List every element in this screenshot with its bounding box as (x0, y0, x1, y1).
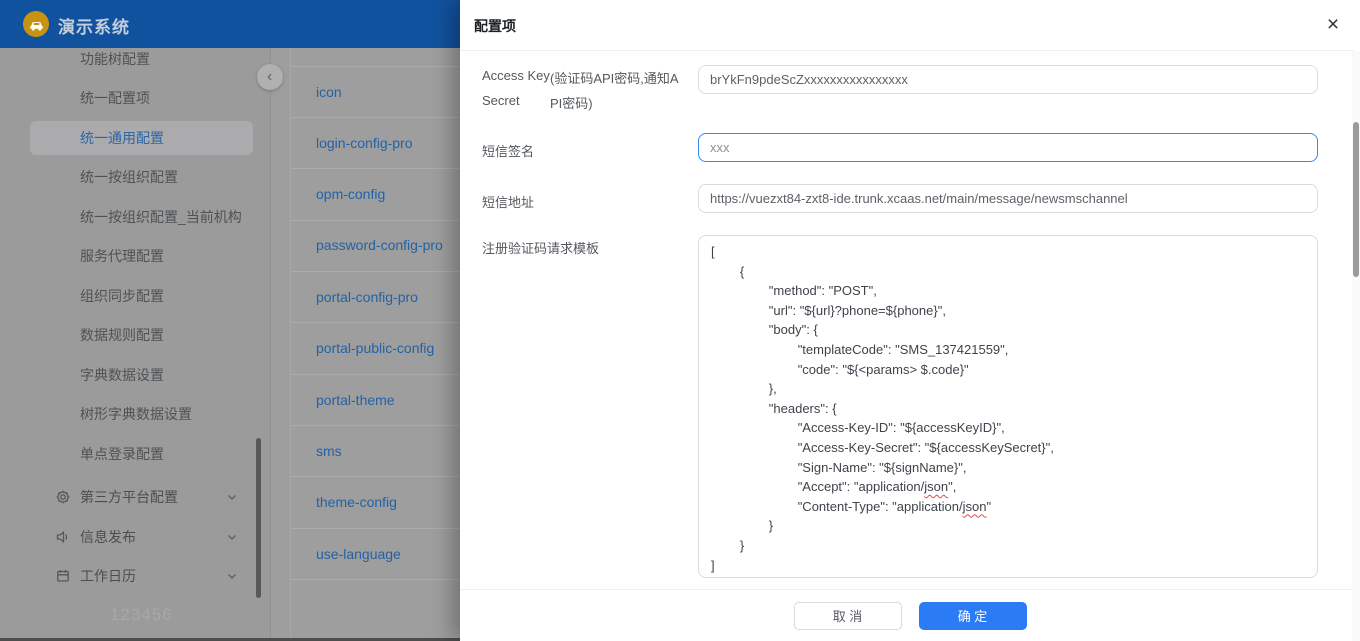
row-divider (291, 425, 460, 426)
config-item-icon[interactable]: icon (316, 82, 342, 102)
chevron-down-icon[interactable] (226, 570, 238, 582)
sidebar-item-info-publish[interactable]: 信息发布 (80, 527, 136, 547)
access-key-secret-label-line1: Access Key (482, 68, 550, 83)
sidebar-item-dict-data[interactable]: 字典数据设置 (80, 365, 164, 385)
app-title: 演示系统 (58, 18, 130, 37)
screen: 演示系统 功能树配置 统一配置项 统一通用配置 统一按组织配置 统一按组织配置_… (0, 0, 1360, 641)
watermark: 123456 (110, 605, 173, 624)
sms-sign-input[interactable] (698, 133, 1318, 162)
chevron-left-icon (267, 73, 272, 81)
sidebar-item-service-proxy[interactable]: 服务代理配置 (80, 246, 164, 266)
sms-url-input[interactable] (698, 184, 1318, 213)
sidebar-item-tree-dict-data[interactable]: 树形字典数据设置 (80, 404, 192, 424)
sidebar-item-unified-config[interactable]: 统一配置项 (80, 88, 150, 108)
car-icon (29, 21, 43, 31)
config-item-use-language[interactable]: use-language (316, 544, 401, 564)
config-item-sms[interactable]: sms (316, 441, 342, 461)
config-item-portal-public-config[interactable]: portal-public-config (316, 338, 434, 358)
sidebar-item-third-party-platform[interactable]: 第三方平台配置 (80, 487, 178, 507)
sidebar-scrollbar-thumb[interactable] (256, 438, 261, 598)
config-item-theme-config[interactable]: theme-config (316, 492, 397, 512)
row-divider (291, 271, 460, 272)
sidebar-item-function-tree[interactable]: 功能树配置 (80, 49, 150, 69)
config-item-portal-theme[interactable]: portal-theme (316, 390, 395, 410)
confirm-button[interactable]: 确 定 (918, 601, 1027, 630)
app-logo-icon (23, 11, 49, 37)
sidebar-collapse-button[interactable] (257, 64, 283, 90)
register-template-textarea[interactable]: [ { "method": "POST", "url": "${url}?pho… (698, 235, 1318, 578)
sidebar-item-sso-config[interactable]: 单点登录配置 (80, 444, 164, 464)
row-divider (291, 374, 460, 375)
row-divider (291, 476, 460, 477)
drawer-title: 配置项 (474, 18, 516, 34)
row-divider (291, 579, 460, 580)
sidebar-item-work-calendar[interactable]: 工作日历 (80, 566, 136, 586)
close-icon[interactable]: × (1320, 11, 1346, 37)
speaker-icon (56, 530, 68, 544)
sidebar-item-unified-common-config[interactable]: 统一通用配置 (80, 128, 164, 148)
drawer-scrollbar-thumb[interactable] (1353, 122, 1359, 277)
sms-sign-label: 短信签名 (482, 144, 535, 159)
sidebar-item-org-sync[interactable]: 组织同步配置 (80, 286, 164, 306)
cancel-button[interactable]: 取 消 (793, 601, 902, 630)
sidebar-item-data-rule[interactable]: 数据规则配置 (80, 325, 164, 345)
sms-url-label: 短信地址 (482, 195, 535, 210)
access-key-secret-hint-line1: (验证码API密码,通知A (550, 71, 679, 86)
register-template-label: 注册验证码请求模板 (482, 241, 600, 256)
sidebar-item-org-config-current[interactable]: 统一按组织配置_当前机构 (80, 207, 242, 227)
access-key-secret-label-line2: Secret (482, 93, 520, 108)
chevron-down-icon[interactable] (226, 531, 238, 543)
sidebar-item-org-config[interactable]: 统一按组织配置 (80, 167, 178, 187)
config-item-opm-config[interactable]: opm-config (316, 184, 385, 204)
sidebar-divider (270, 48, 271, 641)
row-divider (291, 117, 460, 118)
calendar-icon (57, 570, 69, 582)
row-divider (291, 66, 460, 67)
row-divider (291, 322, 460, 323)
access-key-secret-hint-line2: PI密码) (550, 96, 593, 111)
drawer-footer: 取 消 确 定 (460, 589, 1360, 641)
config-item-password-config-pro[interactable]: password-config-pro (316, 235, 443, 255)
config-item-portal-config-pro[interactable]: portal-config-pro (316, 287, 418, 307)
config-item-login-config-pro[interactable]: login-config-pro (316, 133, 413, 153)
gear-icon (56, 490, 70, 504)
chevron-down-icon[interactable] (226, 491, 238, 503)
access-key-secret-input[interactable] (698, 65, 1318, 94)
row-divider (291, 168, 460, 169)
config-list-left-border (290, 48, 291, 641)
row-divider (291, 220, 460, 221)
top-header-bar: 演示系统 (0, 0, 460, 48)
drawer-header-divider (460, 50, 1354, 51)
row-divider (291, 528, 460, 529)
